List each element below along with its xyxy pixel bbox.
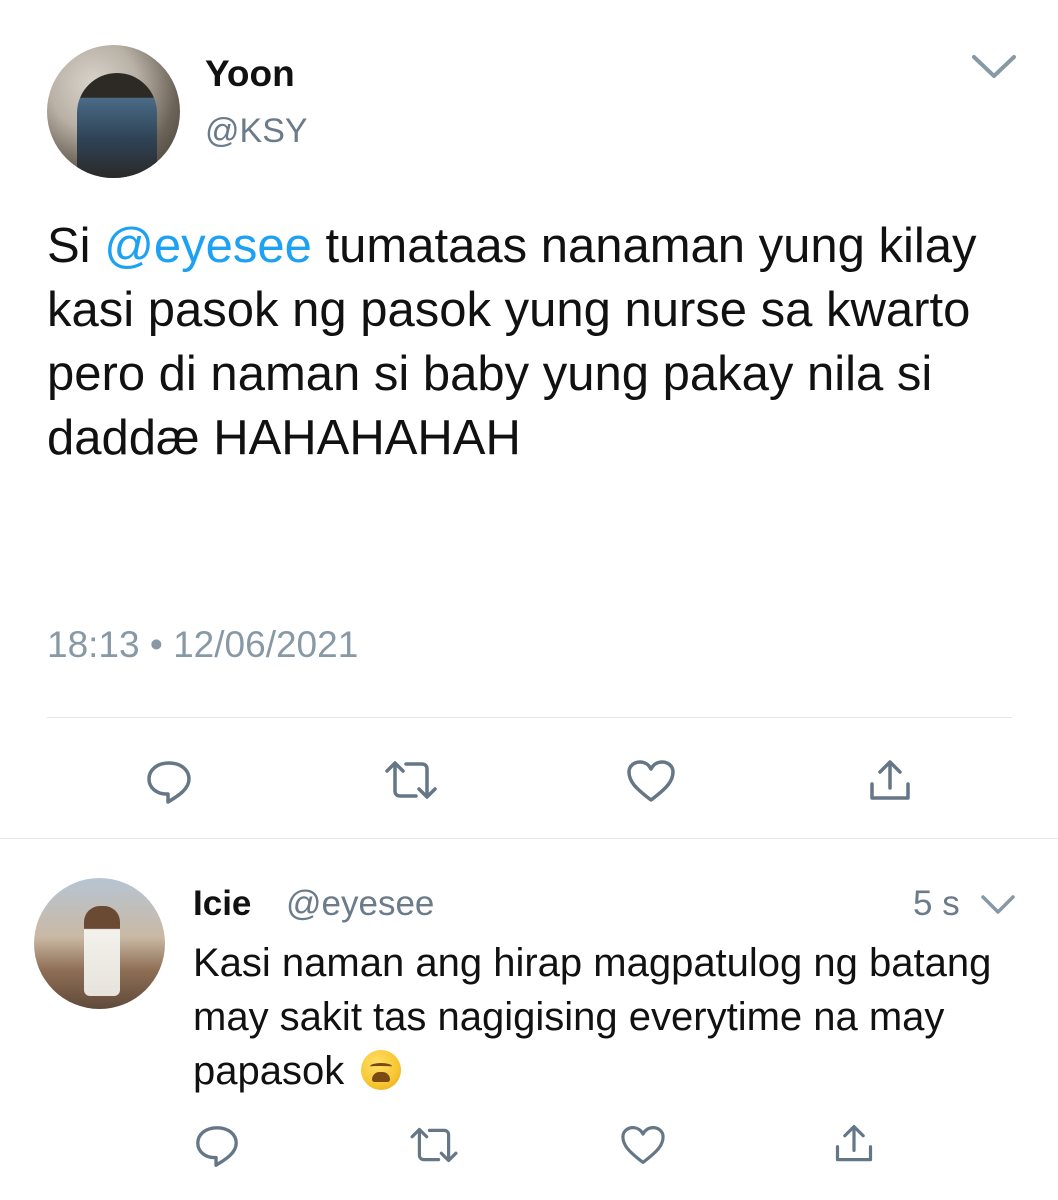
chevron-down-icon[interactable] bbox=[970, 52, 1018, 82]
weary-face-emoji-icon bbox=[361, 1050, 402, 1090]
author-avatar[interactable] bbox=[47, 45, 180, 178]
heart-icon[interactable] bbox=[625, 758, 677, 804]
reply-time: 5 s bbox=[913, 884, 960, 923]
reply-chevron-down-icon[interactable] bbox=[980, 893, 1016, 917]
author-name[interactable]: Yoon bbox=[205, 53, 295, 95]
tweet-timestamp: 18:13 • 12/06/2021 bbox=[47, 624, 359, 665]
tweet-text: Si @eyesee tumataas nanaman yung kilay k… bbox=[47, 214, 1027, 470]
author-handle[interactable]: @KSY bbox=[205, 112, 308, 151]
reply-text-body: Kasi naman ang hirap magpatulog ng batan… bbox=[193, 941, 992, 1093]
retweet-icon[interactable] bbox=[383, 757, 439, 803]
reply-icon[interactable] bbox=[144, 757, 194, 807]
divider bbox=[47, 717, 1012, 718]
reply-retweet-icon[interactable] bbox=[408, 1124, 460, 1166]
reply-text: Kasi naman ang hirap magpatulog ng batan… bbox=[193, 936, 1033, 1098]
mention-link[interactable]: @eyesee bbox=[104, 219, 312, 273]
reply-author-name[interactable]: Icie bbox=[193, 884, 251, 924]
reply-author-avatar[interactable] bbox=[34, 878, 165, 1009]
reply-reply-icon[interactable] bbox=[193, 1122, 241, 1170]
tweet-text-prefix: Si bbox=[47, 219, 105, 273]
reply-heart-icon[interactable] bbox=[619, 1124, 667, 1166]
share-icon[interactable] bbox=[866, 758, 914, 804]
section-divider bbox=[0, 838, 1058, 839]
reply-share-icon[interactable] bbox=[832, 1122, 876, 1166]
reply-author-handle[interactable]: @eyesee bbox=[286, 884, 434, 924]
